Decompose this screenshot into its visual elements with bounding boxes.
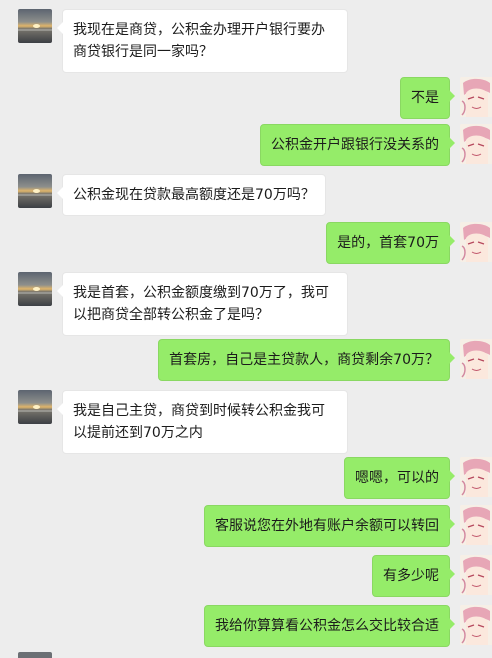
message-text: 有多少呢 — [383, 568, 439, 584]
message-text: 首套房，自己是主贷款人，商贷剩余70万？ — [169, 352, 439, 368]
contact-avatar[interactable] — [18, 9, 52, 43]
message-row: 我是首套，公积金额度缴到70万了，我可以把商贷全部转公积金了是吗？ — [0, 272, 492, 336]
anime-character-icon — [460, 505, 492, 545]
message-text: 客服说您在外地有账户余额可以转回 — [215, 518, 439, 534]
message-row: 有多少呢 — [0, 555, 492, 597]
my-avatar[interactable] — [460, 222, 492, 262]
sea-glyph — [18, 29, 52, 31]
my-avatar[interactable] — [460, 339, 492, 379]
my-avatar[interactable] — [460, 605, 492, 645]
sun-glyph — [33, 287, 40, 291]
message-row: 客服说您在外地有账户余额可以转回 — [0, 505, 492, 547]
outgoing-message-bubble[interactable]: 首套房，自己是主贷款人，商贷剩余70万？ — [158, 339, 455, 381]
sun-glyph — [33, 405, 40, 409]
anime-character-icon — [460, 222, 492, 262]
message-row: 是的，首套70万 — [0, 222, 492, 264]
outgoing-message-bubble[interactable]: 客服说您在外地有账户余额可以转回 — [204, 505, 455, 547]
message-text: 我给你算算看公积金怎么交比较合适 — [215, 618, 439, 634]
my-avatar[interactable] — [460, 457, 492, 497]
incoming-message-bubble[interactable]: 我是自己主贷，商贷到时候转公积金我可以提前还到70万之内 — [57, 390, 348, 454]
contact-avatar[interactable] — [18, 390, 52, 424]
anime-character-icon — [460, 339, 492, 379]
my-avatar[interactable] — [460, 77, 492, 117]
incoming-message-bubble[interactable]: 我现在是商贷，公积金办理开户银行要办商贷银行是同一家吗？ — [57, 9, 348, 73]
anime-character-icon — [460, 457, 492, 497]
message-text: 不是 — [411, 90, 439, 106]
message-text: 公积金现在贷款最高额度还是70万吗？ — [73, 187, 315, 203]
message-row: 我是自己主贷，商贷到时候转公积金我可以提前还到70万之内 — [0, 390, 492, 454]
anime-character-icon — [460, 124, 492, 164]
outgoing-message-bubble[interactable]: 有多少呢 — [372, 555, 455, 597]
message-text: 是的，首套70万 — [337, 235, 439, 251]
outgoing-message-bubble[interactable]: 我给你算算看公积金怎么交比较合适 — [204, 605, 455, 647]
my-avatar[interactable] — [460, 555, 492, 595]
message-text: 我是首套，公积金额度缴到70万了，我可以把商贷全部转公积金了是吗？ — [73, 285, 329, 323]
outgoing-message-bubble[interactable]: 不是 — [400, 77, 455, 119]
contact-avatar[interactable] — [18, 174, 52, 208]
anime-character-icon — [460, 77, 492, 117]
sun-glyph — [33, 189, 40, 193]
message-row: 我给你算算看公积金怎么交比较合适 — [0, 605, 492, 647]
message-row: 不是 — [0, 77, 492, 119]
message-row: 公积金现在贷款最高额度还是70万吗？ — [0, 174, 492, 216]
outgoing-message-bubble[interactable]: 公积金开户跟银行没关系的 — [260, 124, 455, 166]
sun-glyph — [33, 24, 40, 28]
message-text: 嗯嗯，可以的 — [355, 470, 439, 486]
outgoing-message-bubble[interactable]: 嗯嗯，可以的 — [344, 457, 455, 499]
message-text: 公积金开户跟银行没关系的 — [271, 137, 439, 153]
outgoing-message-bubble[interactable]: 是的，首套70万 — [326, 222, 455, 264]
message-row: 我现在是商贷，公积金办理开户银行要办商贷银行是同一家吗？ — [0, 9, 492, 73]
my-avatar[interactable] — [460, 124, 492, 164]
message-text: 我现在是商贷，公积金办理开户银行要办商贷银行是同一家吗？ — [73, 22, 325, 60]
my-avatar[interactable] — [460, 505, 492, 545]
sea-glyph — [18, 410, 52, 412]
anime-character-icon — [460, 605, 492, 645]
message-text: 我是自己主贷，商贷到时候转公积金我可以提前还到70万之内 — [73, 403, 325, 441]
incoming-message-bubble[interactable]: 我是首套，公积金额度缴到70万了，我可以把商贷全部转公积金了是吗？ — [57, 272, 348, 336]
message-row: 首套房，自己是主贷款人，商贷剩余70万？ — [0, 339, 492, 381]
incoming-message-bubble[interactable]: 公积金现在贷款最高额度还是70万吗？ — [57, 174, 326, 216]
message-row: 公积金开户跟银行没关系的 — [0, 124, 492, 166]
contact-avatar-partial — [18, 652, 52, 658]
message-row: 嗯嗯，可以的 — [0, 457, 492, 499]
chat-window: 我现在是商贷，公积金办理开户银行要办商贷银行是同一家吗？ 不是 公积金开户跟银行… — [0, 0, 492, 658]
anime-character-icon — [460, 555, 492, 595]
sea-glyph — [18, 194, 52, 196]
sea-glyph — [18, 292, 52, 294]
contact-avatar[interactable] — [18, 272, 52, 306]
